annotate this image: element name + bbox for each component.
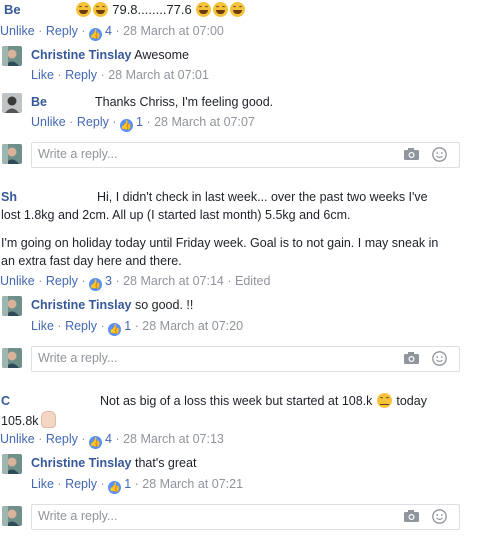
reply-actions: Like · Reply · 👍 1 · 28 March at 07:21 bbox=[31, 477, 244, 494]
grinning-face-icon bbox=[92, 2, 108, 17]
like-count[interactable]: 4 bbox=[105, 24, 112, 38]
avatar[interactable] bbox=[2, 296, 22, 316]
comment-text: 79.8........77.6 bbox=[108, 2, 196, 17]
timestamp[interactable]: 28 March at 07:13 bbox=[123, 432, 224, 446]
reply-link[interactable]: Reply bbox=[46, 274, 78, 288]
reply-author[interactable]: Be bbox=[31, 95, 47, 109]
avatar[interactable] bbox=[2, 46, 22, 66]
comment-author[interactable]: Be bbox=[4, 2, 21, 17]
camera-icon[interactable] bbox=[404, 352, 419, 364]
comment-actions: Unlike · Reply · 👍 4 · 28 March at 07:00 bbox=[0, 24, 224, 41]
unlike-link[interactable]: Unlike bbox=[0, 24, 35, 38]
reply-link[interactable]: Reply bbox=[46, 24, 78, 38]
thumbs-up-icon: 👍 bbox=[89, 278, 102, 291]
timestamp[interactable]: 28 March at 07:00 bbox=[123, 24, 224, 38]
reply-composer bbox=[31, 346, 460, 372]
comment-text-line: Hi, I didn't check in last week... over … bbox=[96, 190, 428, 204]
comment-author[interactable]: C bbox=[1, 394, 10, 408]
reply-1-1: Christine Tinslay Awesome bbox=[31, 48, 189, 62]
grinning-face-icon bbox=[75, 2, 91, 17]
relieved-face-icon bbox=[376, 393, 392, 408]
comment-3-line-2: 105.8k bbox=[1, 411, 56, 428]
reply-actions: Like · Reply · 👍 1 · 28 March at 07:20 bbox=[31, 319, 244, 336]
grinning-face-icon bbox=[196, 2, 212, 17]
redacted-name bbox=[46, 95, 95, 107]
reply-author[interactable]: Christine Tinslay bbox=[31, 456, 132, 470]
timestamp[interactable]: 28 March at 07:07 bbox=[154, 115, 255, 129]
reply-link[interactable]: Reply bbox=[65, 477, 97, 491]
reply-composer bbox=[31, 504, 460, 530]
avatar[interactable] bbox=[2, 454, 22, 474]
comment-1-header: Be 79.8........77.6 bbox=[4, 2, 246, 17]
reply-3-1: Christine Tinslay that's great bbox=[31, 456, 196, 470]
unlike-link[interactable]: Unlike bbox=[0, 432, 35, 446]
comment-2-line-1: Sh Hi, I didn't check in last week... ove… bbox=[1, 190, 428, 204]
comment-3-line-1: C Not as big of a loss this week but star… bbox=[1, 393, 427, 408]
timestamp[interactable]: 28 March at 07:20 bbox=[142, 319, 243, 333]
grinning-face-icon bbox=[213, 2, 229, 17]
reply-link[interactable]: Reply bbox=[65, 68, 97, 82]
reply-text: that's great bbox=[131, 456, 197, 470]
comment-text: today bbox=[392, 394, 427, 408]
like-count[interactable]: 1 bbox=[124, 319, 131, 333]
reply-author[interactable]: Christine Tinslay bbox=[31, 48, 132, 62]
comment-text-line: I'm going on holiday today until Friday … bbox=[1, 236, 439, 250]
thumbs-up-icon: 👍 bbox=[108, 323, 122, 336]
reply-input[interactable] bbox=[32, 143, 378, 165]
reply-input[interactable] bbox=[32, 505, 378, 527]
comment-actions: Unlike · Reply · 👍 4 · 28 March at 07:13 bbox=[0, 432, 224, 449]
avatar bbox=[2, 348, 22, 368]
thumbs-up-icon: 👍 bbox=[89, 28, 102, 41]
reply-text: Thanks Chriss, I'm feeling good. bbox=[94, 95, 274, 109]
comment-text: 105.8k bbox=[1, 414, 39, 428]
like-link[interactable]: Like bbox=[31, 477, 54, 491]
reply-composer bbox=[31, 142, 460, 168]
avatar bbox=[2, 506, 22, 526]
reply-actions: Unlike · Reply · 👍 1 · 28 March at 07:07 bbox=[31, 115, 255, 132]
reply-author[interactable]: Christine Tinslay bbox=[31, 298, 132, 312]
smiley-icon[interactable] bbox=[432, 147, 447, 162]
grinning-face-icon bbox=[230, 2, 246, 17]
smiley-icon[interactable] bbox=[432, 351, 447, 366]
like-link[interactable]: Like bbox=[31, 319, 54, 333]
reply-text: so good. !! bbox=[131, 298, 194, 312]
reply-link[interactable]: Reply bbox=[65, 319, 97, 333]
reply-link[interactable]: Reply bbox=[46, 432, 78, 446]
edited-link[interactable]: Edited bbox=[235, 274, 270, 288]
avatar[interactable] bbox=[2, 93, 22, 113]
redacted-name bbox=[16, 190, 87, 202]
like-count[interactable]: 4 bbox=[105, 432, 112, 446]
comment-text-line: an extra fast day here and there. bbox=[1, 254, 182, 268]
raised-hand-icon bbox=[40, 411, 56, 428]
comment-text-line: lost 1.8kg and 2cm. All up (I started la… bbox=[1, 208, 351, 222]
reply-1-2: Be Thanks Chriss, I'm feeling good. bbox=[31, 95, 273, 109]
comment-author[interactable]: Sh bbox=[1, 190, 17, 204]
timestamp[interactable]: 28 March at 07:01 bbox=[108, 68, 209, 82]
like-link[interactable]: Like bbox=[31, 68, 54, 82]
reply-actions: Like · Reply · 28 March at 07:01 bbox=[31, 68, 209, 82]
unlike-link[interactable]: Unlike bbox=[0, 274, 35, 288]
smiley-icon[interactable] bbox=[432, 509, 447, 524]
timestamp[interactable]: 28 March at 07:14 bbox=[123, 274, 224, 288]
redacted-name bbox=[20, 3, 75, 15]
avatar bbox=[2, 144, 22, 164]
thumbs-up-icon: 👍 bbox=[108, 481, 122, 494]
comment-actions: Unlike · Reply · 👍 3 · 28 March at 07:14 … bbox=[0, 274, 271, 291]
thumbs-up-icon: 👍 bbox=[120, 119, 133, 132]
reply-text: Awesome bbox=[131, 48, 189, 62]
like-count[interactable]: 3 bbox=[105, 274, 112, 288]
thumbs-up-icon: 👍 bbox=[89, 436, 102, 449]
camera-icon[interactable] bbox=[404, 148, 419, 160]
reply-input[interactable] bbox=[32, 347, 378, 369]
unlike-link[interactable]: Unlike bbox=[31, 115, 66, 129]
comment-text: Not as big of a loss this week but start… bbox=[100, 394, 373, 408]
reply-2-1: Christine Tinslay so good. !! bbox=[31, 298, 193, 312]
timestamp[interactable]: 28 March at 07:21 bbox=[142, 477, 243, 491]
reply-link[interactable]: Reply bbox=[77, 115, 109, 129]
like-count[interactable]: 1 bbox=[136, 115, 143, 129]
redacted-name bbox=[10, 394, 101, 406]
like-count[interactable]: 1 bbox=[124, 477, 131, 491]
camera-icon[interactable] bbox=[404, 510, 419, 522]
